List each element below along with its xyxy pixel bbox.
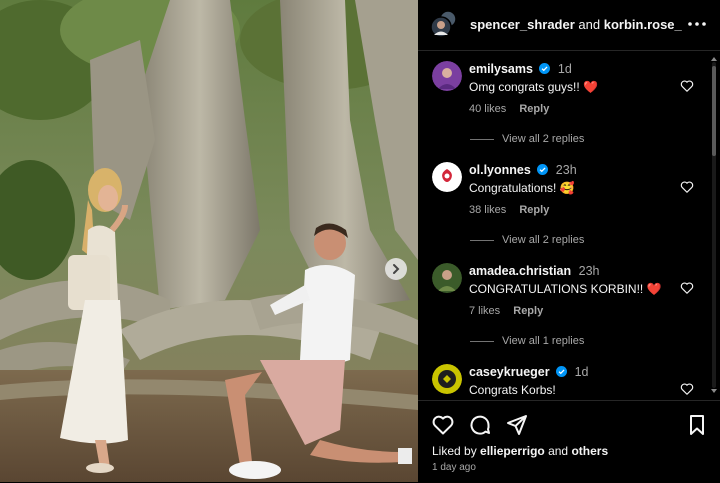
- post-photo[interactable]: [0, 0, 418, 482]
- comment-meta: 7 likes Reply: [469, 305, 553, 317]
- commenter-avatar[interactable]: [432, 61, 462, 91]
- proposal-photo-illustration: [0, 0, 418, 482]
- chevron-right-icon: [393, 264, 400, 274]
- comment-time: 23h: [578, 264, 600, 278]
- comment-username[interactable]: caseykrueger 1d: [469, 365, 589, 379]
- comment-username[interactable]: amadea.christian 23h: [469, 264, 599, 278]
- comment-meta: 40 likes Reply: [469, 103, 559, 115]
- comments-list[interactable]: emilysams 1d Omg congrats guys!! ❤️ 40 l…: [418, 51, 720, 400]
- author-username-1[interactable]: spencer_shrader: [470, 17, 575, 32]
- view-replies-label[interactable]: View all 2 replies: [502, 234, 584, 246]
- post-timestamp: 1 day ago: [432, 462, 476, 473]
- author-username-2[interactable]: korbin.rose_: [604, 17, 682, 32]
- reply-button[interactable]: Reply: [519, 103, 549, 115]
- comment-text: Omg congrats guys!! ❤️: [469, 80, 598, 94]
- comments-scrollbar[interactable]: [711, 56, 717, 394]
- comment-body: Omg congrats guys!!: [469, 80, 580, 94]
- liked-by-others[interactable]: others: [571, 444, 608, 458]
- comment-body: Congrats Korbs!: [469, 383, 556, 397]
- comment-time: 1d: [574, 365, 589, 379]
- comment-icon[interactable]: [468, 413, 492, 437]
- comment-like-heart-icon[interactable]: [680, 180, 694, 194]
- comment-username-text[interactable]: amadea.christian: [469, 264, 571, 278]
- reply-button[interactable]: Reply: [513, 305, 543, 317]
- commenter-avatar[interactable]: [432, 364, 462, 394]
- authors-and: and: [578, 17, 601, 32]
- share-icon[interactable]: [505, 413, 529, 437]
- comment-time: 23h: [555, 163, 577, 177]
- verified-badge-icon: [539, 63, 551, 74]
- verified-badge-icon: [556, 366, 568, 377]
- commenter-avatar[interactable]: [432, 162, 462, 192]
- liked-by-and: and: [548, 444, 569, 458]
- comments-panel: spencer_shrader and korbin.rose_ emilysa: [418, 0, 720, 482]
- comment-meta: 38 likes Reply: [469, 204, 559, 216]
- comment-username-text[interactable]: emilysams: [469, 62, 533, 76]
- commenter-avatar[interactable]: [432, 263, 462, 293]
- comment-likes[interactable]: 38 likes: [469, 204, 506, 216]
- post-header: spencer_shrader and korbin.rose_: [418, 0, 720, 51]
- scroll-down-arrow-icon[interactable]: [711, 388, 717, 394]
- post-authors: spencer_shrader and korbin.rose_: [470, 17, 682, 32]
- comment-likes[interactable]: 40 likes: [469, 103, 506, 115]
- post-actions: Liked by ellieperrigo and others 1 day a…: [418, 400, 720, 483]
- view-replies-label[interactable]: View all 2 replies: [502, 133, 584, 145]
- replies-divider-line: [470, 138, 494, 140]
- view-replies-button[interactable]: View all 1 replies: [470, 335, 584, 347]
- comment-like-heart-icon[interactable]: [680, 281, 694, 295]
- comment-emoji: 🥰: [559, 181, 575, 195]
- comment-emoji: ❤️: [646, 282, 662, 296]
- comment-time: 1d: [557, 62, 572, 76]
- comment-text: CONGRATULATIONS KORBIN!! ❤️: [469, 282, 662, 296]
- comment-like-heart-icon[interactable]: [680, 79, 694, 93]
- more-options-icon[interactable]: [686, 13, 708, 35]
- liked-by-user[interactable]: ellieperrigo: [480, 444, 545, 458]
- heart-icon[interactable]: [431, 413, 455, 437]
- comment-username[interactable]: emilysams 1d: [469, 62, 572, 76]
- comment-username[interactable]: ol.lyonnes 23h: [469, 163, 577, 177]
- liked-by-prefix: Liked by: [432, 444, 477, 458]
- comment-username-text[interactable]: ol.lyonnes: [469, 163, 531, 177]
- comment-likes[interactable]: 7 likes: [469, 305, 500, 317]
- bookmark-icon[interactable]: [685, 413, 709, 437]
- collab-avatars[interactable]: [430, 10, 458, 38]
- comment-text: Congrats Korbs!: [469, 383, 556, 397]
- view-replies-label[interactable]: View all 1 replies: [502, 335, 584, 347]
- comment-body: Congratulations!: [469, 181, 557, 195]
- comment-emoji: ❤️: [583, 80, 599, 94]
- liked-by-text: Liked by ellieperrigo and others: [432, 444, 608, 458]
- comment-text: Congratulations! 🥰: [469, 181, 575, 195]
- next-photo-button[interactable]: [385, 258, 407, 280]
- reply-button[interactable]: Reply: [519, 204, 549, 216]
- comment-username-text[interactable]: caseykrueger: [469, 365, 550, 379]
- replies-divider-line: [470, 239, 494, 241]
- scrollbar-thumb[interactable]: [712, 66, 716, 156]
- view-replies-button[interactable]: View all 2 replies: [470, 234, 584, 246]
- comment-body: CONGRATULATIONS KORBIN!!: [469, 282, 644, 296]
- comment-like-heart-icon[interactable]: [680, 382, 694, 396]
- instagram-post-view: spencer_shrader and korbin.rose_ emilysa: [0, 0, 720, 482]
- view-replies-button[interactable]: View all 2 replies: [470, 133, 584, 145]
- verified-badge-icon: [537, 164, 549, 175]
- replies-divider-line: [470, 340, 494, 342]
